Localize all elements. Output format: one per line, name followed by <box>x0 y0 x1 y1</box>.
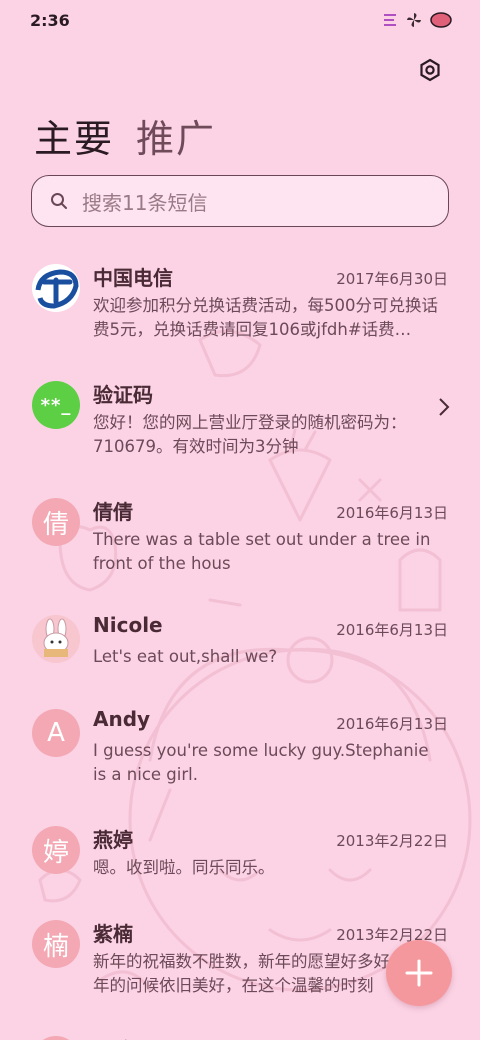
message-date: 2016年6月13日 <box>336 715 448 733</box>
contact-name: 验证码 <box>93 383 153 407</box>
message-snippet: Let's eat out,shall we? <box>93 647 278 666</box>
avatar: 婷 <box>32 826 80 874</box>
avatar: **_ <box>32 381 80 429</box>
avatar <box>32 264 80 312</box>
search-placeholder: 搜索11条短信 <box>82 190 208 215</box>
contact-name: 子玲 <box>93 1034 133 1040</box>
app-notification-icon <box>384 14 396 26</box>
battery-icon <box>430 12 452 28</box>
message-snippet: 欢迎参加积分兑换话费活动，每500分可兑换话费5元，兑换话费请回复106或jfd… <box>93 296 438 339</box>
message-snippet: 您好！您的网上营业厅登录的随机密码为：710679。有效时间为3分钟 <box>93 413 407 456</box>
search-icon <box>51 193 67 209</box>
bunny-avatar-icon <box>32 615 80 663</box>
contact-name: 紫楠 <box>93 922 133 946</box>
status-time: 2:36 <box>30 10 70 30</box>
tab-promotions[interactable]: 推广 <box>136 108 216 163</box>
conversation-row[interactable]: A Andy 2016年6月13日 I guess you're some lu… <box>0 695 480 805</box>
conversation-row[interactable]: 子玲 <box>0 1022 480 1040</box>
contact-name: 燕婷 <box>93 828 133 852</box>
avatar <box>32 1036 80 1040</box>
tab-primary[interactable]: 主要 <box>34 108 114 163</box>
settings-button[interactable] <box>414 54 446 86</box>
message-date: 2016年6月13日 <box>336 621 448 639</box>
conversation-row[interactable]: 倩 倩倩 2016年6月13日 There was a table set ou… <box>0 484 480 594</box>
avatar: A <box>32 709 80 757</box>
message-snippet: 嗯。收到啦。同乐同乐。 <box>93 858 275 877</box>
conversation-row[interactable]: **_ 验证码 您好！您的网上营业厅登录的随机密码为：710679。有效时间为3… <box>0 367 480 477</box>
plus-icon <box>405 959 433 987</box>
message-snippet: There was a table set out under a tree i… <box>93 530 431 573</box>
message-snippet: I guess you're some lucky guy.Stephanie … <box>93 741 429 784</box>
contact-name: Andy <box>93 707 151 731</box>
settings-icon <box>420 58 440 82</box>
status-bar: 2:36 <box>0 0 480 40</box>
message-date: 2013年2月22日 <box>336 832 448 850</box>
message-date: 2017年6月30日 <box>336 270 448 288</box>
china-telecom-logo-icon <box>32 264 80 312</box>
message-date: 2016年6月13日 <box>336 504 448 522</box>
tab-bar: 主要 推广 <box>34 108 216 163</box>
avatar: 楠 <box>32 920 80 968</box>
compose-button[interactable] <box>386 940 452 1006</box>
avatar: 倩 <box>32 498 80 546</box>
avatar <box>32 615 80 663</box>
chevron-right-icon[interactable] <box>438 397 450 417</box>
fan-icon <box>407 13 421 27</box>
contact-name: 倩倩 <box>93 500 133 524</box>
contact-name: Nicole <box>93 613 163 637</box>
conversation-row[interactable]: 中国电信 2017年6月30日 欢迎参加积分兑换话费活动，每500分可兑换话费5… <box>0 250 480 360</box>
search-input[interactable]: 搜索11条短信 <box>31 175 449 227</box>
status-icons <box>382 12 452 28</box>
contact-name: 中国电信 <box>93 266 173 290</box>
